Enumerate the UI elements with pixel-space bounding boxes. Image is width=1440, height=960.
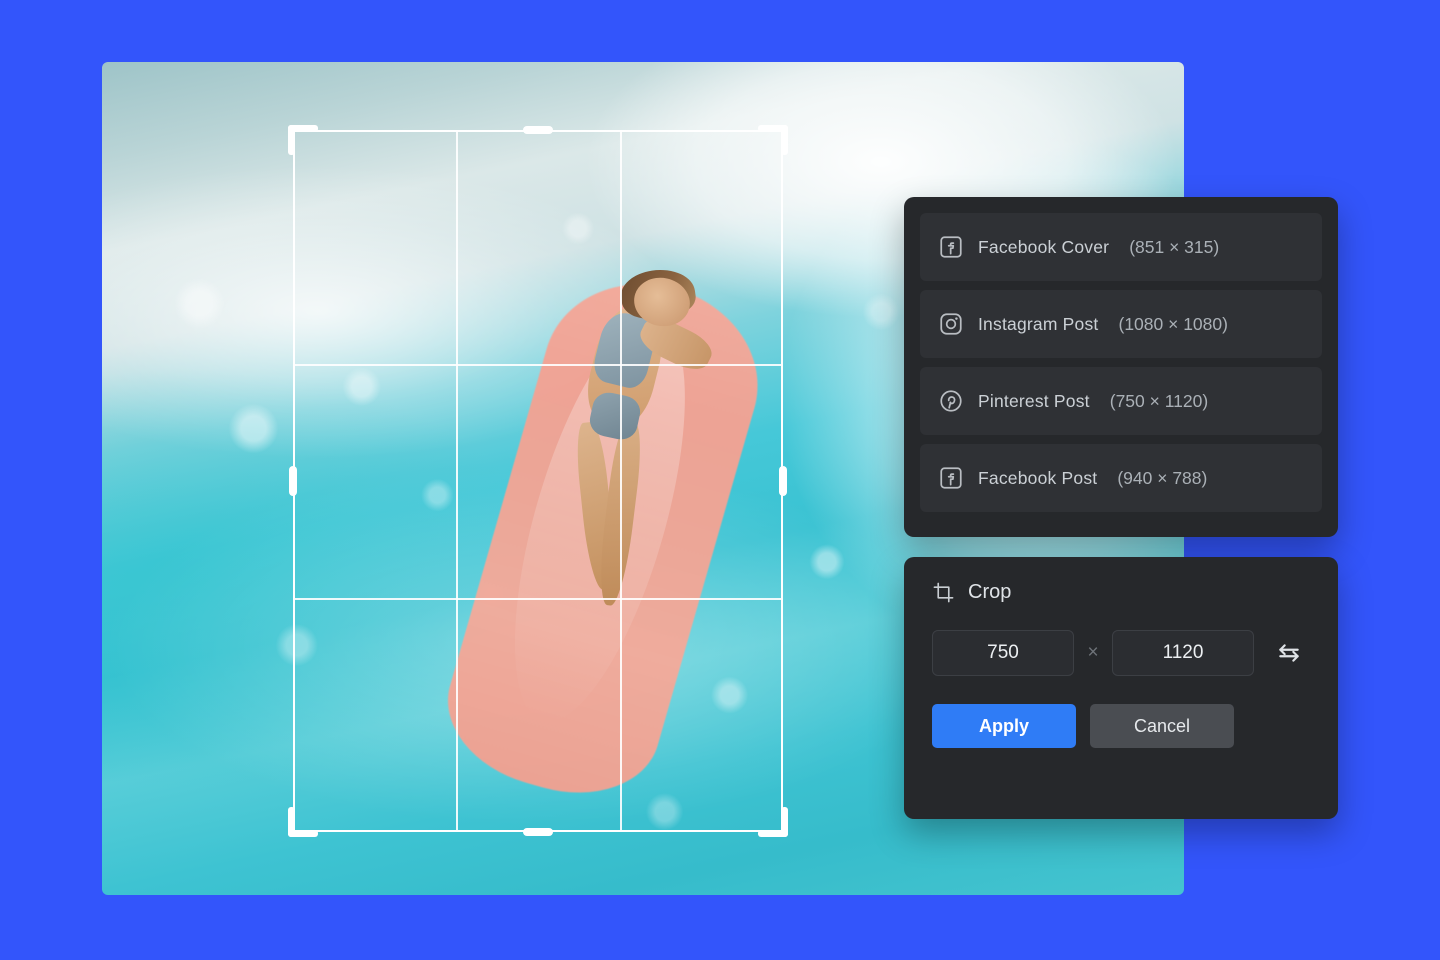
crop-panel-header: Crop — [932, 581, 1310, 604]
preset-dimensions: (750 × 1120) — [1110, 391, 1208, 412]
crop-handle-bottom-left[interactable] — [288, 807, 318, 837]
crop-handle-top-left[interactable] — [288, 125, 318, 155]
crop-icon — [932, 581, 955, 604]
crop-border — [293, 130, 783, 832]
crop-gridline-vertical-2 — [620, 130, 622, 832]
preset-item-instagram-post[interactable]: Instagram Post (1080 × 1080) — [920, 290, 1322, 358]
swap-dimensions-button[interactable] — [1274, 638, 1304, 668]
crop-gridline-vertical-1 — [456, 130, 458, 832]
crop-dimensions-row: × — [932, 630, 1310, 676]
preset-label: Pinterest Post — [978, 391, 1090, 412]
crop-handle-edge-top[interactable] — [523, 126, 553, 134]
crop-selection-overlay[interactable] — [293, 130, 783, 832]
pinterest-icon — [938, 388, 964, 414]
crop-tool-panel: Crop × Apply Cancel — [904, 557, 1338, 819]
crop-gridline-horizontal-2 — [293, 598, 783, 600]
preset-item-facebook-post[interactable]: Facebook Post (940 × 788) — [920, 444, 1322, 512]
crop-height-input[interactable] — [1112, 630, 1254, 676]
apply-button[interactable]: Apply — [932, 704, 1076, 748]
preset-label: Facebook Post — [978, 468, 1097, 489]
preset-label: Instagram Post — [978, 314, 1099, 335]
crop-handle-bottom-right[interactable] — [758, 807, 788, 837]
instagram-icon — [938, 311, 964, 337]
preset-dimensions: (1080 × 1080) — [1119, 314, 1228, 335]
crop-width-input[interactable] — [932, 630, 1074, 676]
crop-handle-edge-left[interactable] — [289, 466, 297, 496]
crop-action-buttons: Apply Cancel — [932, 704, 1310, 748]
crop-handle-edge-right[interactable] — [779, 466, 787, 496]
facebook-icon — [938, 234, 964, 260]
preset-label: Facebook Cover — [978, 237, 1109, 258]
preset-item-facebook-cover[interactable]: Facebook Cover (851 × 315) — [920, 213, 1322, 281]
crop-panel-title: Crop — [968, 581, 1011, 604]
facebook-icon — [938, 465, 964, 491]
crop-handle-edge-bottom[interactable] — [523, 828, 553, 836]
crop-handle-top-right[interactable] — [758, 125, 788, 155]
cancel-button[interactable]: Cancel — [1090, 704, 1234, 748]
size-preset-panel: Facebook Cover (851 × 315) Instagram Pos… — [904, 197, 1338, 537]
swap-arrows-icon — [1276, 640, 1302, 666]
dimension-separator: × — [1074, 642, 1112, 664]
preset-item-pinterest-post[interactable]: Pinterest Post (750 × 1120) — [920, 367, 1322, 435]
crop-gridline-horizontal-1 — [293, 364, 783, 366]
preset-dimensions: (940 × 788) — [1117, 468, 1207, 489]
preset-dimensions: (851 × 315) — [1129, 237, 1219, 258]
